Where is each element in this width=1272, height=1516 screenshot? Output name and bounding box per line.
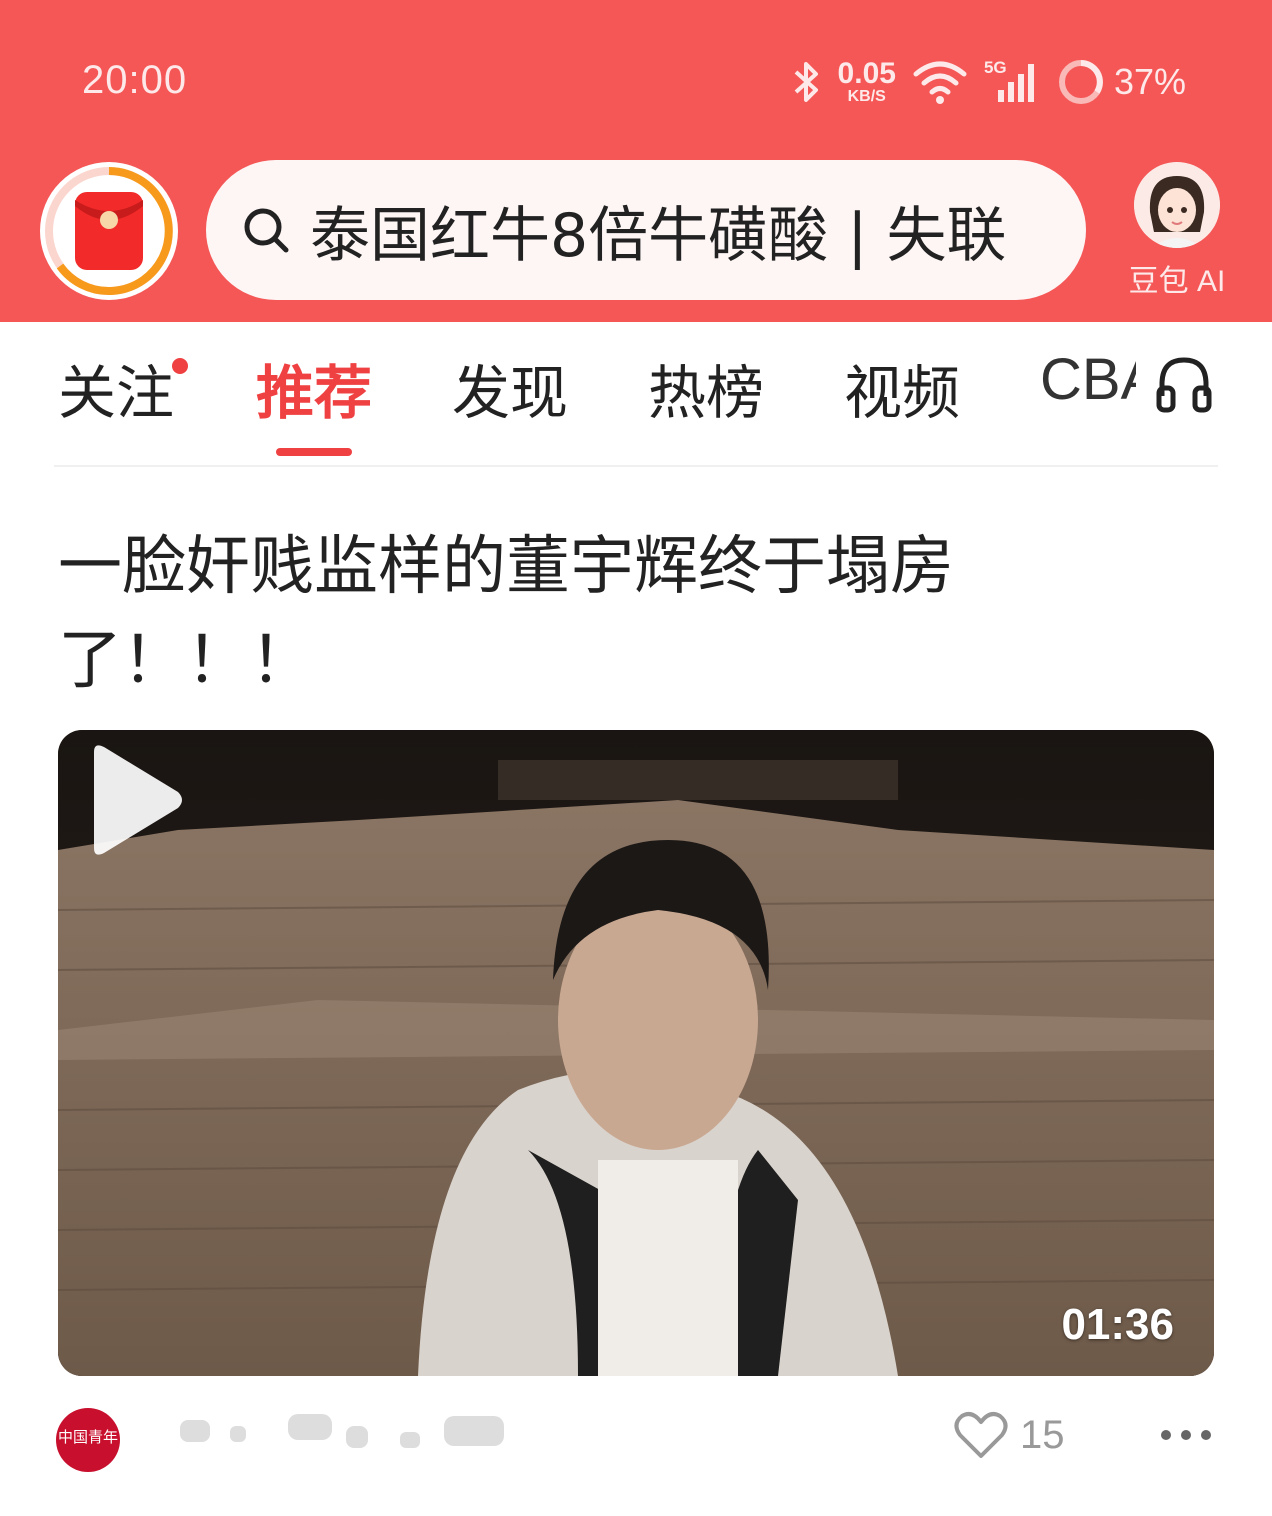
net-speed: 0.05 KB/S <box>838 59 896 105</box>
active-tab-indicator <box>276 448 352 456</box>
status-bar: 20:00 0.05 KB/S 5G 37% <box>0 0 1272 160</box>
source-logo-text: 中国青年 <box>57 1428 118 1446</box>
play-icon[interactable] <box>58 730 198 870</box>
signal-icon: 5G <box>984 58 1040 104</box>
more-icon[interactable] <box>1158 1420 1214 1450</box>
video-thumbnail[interactable]: 01:36 <box>58 730 1214 1376</box>
heart-icon <box>954 1412 1008 1458</box>
search-icon <box>244 208 289 253</box>
tab-follow[interactable]: 关注 <box>58 346 189 427</box>
tab-discover-label: 发现 <box>452 359 569 427</box>
tab-hot-list[interactable]: 热榜 <box>648 346 765 427</box>
status-time: 20:00 <box>82 58 188 102</box>
search-bar[interactable]: 泰国红牛8倍牛磺酸 | 失联 <box>206 160 1086 300</box>
tab-follow-label: 关注 <box>58 359 175 427</box>
tab-cba[interactable]: CBA <box>1040 346 1136 426</box>
tab-video-label: 视频 <box>844 359 961 427</box>
source-avatar[interactable]: 中国青年 <box>56 1408 120 1472</box>
red-packet-icon <box>45 167 173 295</box>
like-button[interactable]: 15 <box>954 1410 1065 1460</box>
video-frame-image <box>58 730 1214 1376</box>
channel-tabs: 关注 推荐 发现 热榜 视频 CBA <box>0 322 1272 468</box>
tab-video[interactable]: 视频 <box>844 346 961 427</box>
tab-recommend-label: 推荐 <box>256 359 373 427</box>
video-duration: 01:36 <box>1061 1300 1174 1349</box>
article-title[interactable]: 一脸奸贱监样的董宇辉终于塌房了！！！ <box>58 520 1178 708</box>
blurred-source-name <box>180 1414 504 1448</box>
red-packet-button[interactable] <box>40 162 178 300</box>
article-footer: 中国青年 15 <box>0 1380 1272 1516</box>
wifi-icon <box>913 61 967 104</box>
tab-recommend[interactable]: 推荐 <box>256 346 373 456</box>
doubao-label: 豆包 AI <box>1128 265 1226 298</box>
battery-percent: 37% <box>1113 61 1186 102</box>
doubao-avatar <box>1134 162 1220 248</box>
bluetooth-icon <box>794 62 818 102</box>
tabs-divider <box>54 465 1218 467</box>
net-speed-unit: KB/S <box>847 88 886 105</box>
battery-status: 37% <box>1056 57 1186 107</box>
headset-icon[interactable] <box>1154 352 1214 414</box>
tab-discover[interactable]: 发现 <box>452 346 569 427</box>
search-hint-text: 泰国红牛8倍牛磺酸 | 失联 <box>310 200 1007 271</box>
tab-hot-list-label: 热榜 <box>648 359 765 427</box>
like-count: 15 <box>1020 1412 1065 1457</box>
notification-dot <box>172 358 189 374</box>
status-icons: 0.05 KB/S 5G 37% <box>792 54 1186 110</box>
tab-cba-label: CBA <box>1040 347 1136 412</box>
app-header: 20:00 0.05 KB/S 5G 37% 泰国红牛8倍牛磺酸 | 失联 豆包… <box>0 0 1272 322</box>
doubao-ai-button[interactable]: 豆包 AI <box>1118 162 1236 300</box>
net-speed-value: 0.05 <box>837 57 896 90</box>
battery-icon <box>1058 60 1103 104</box>
